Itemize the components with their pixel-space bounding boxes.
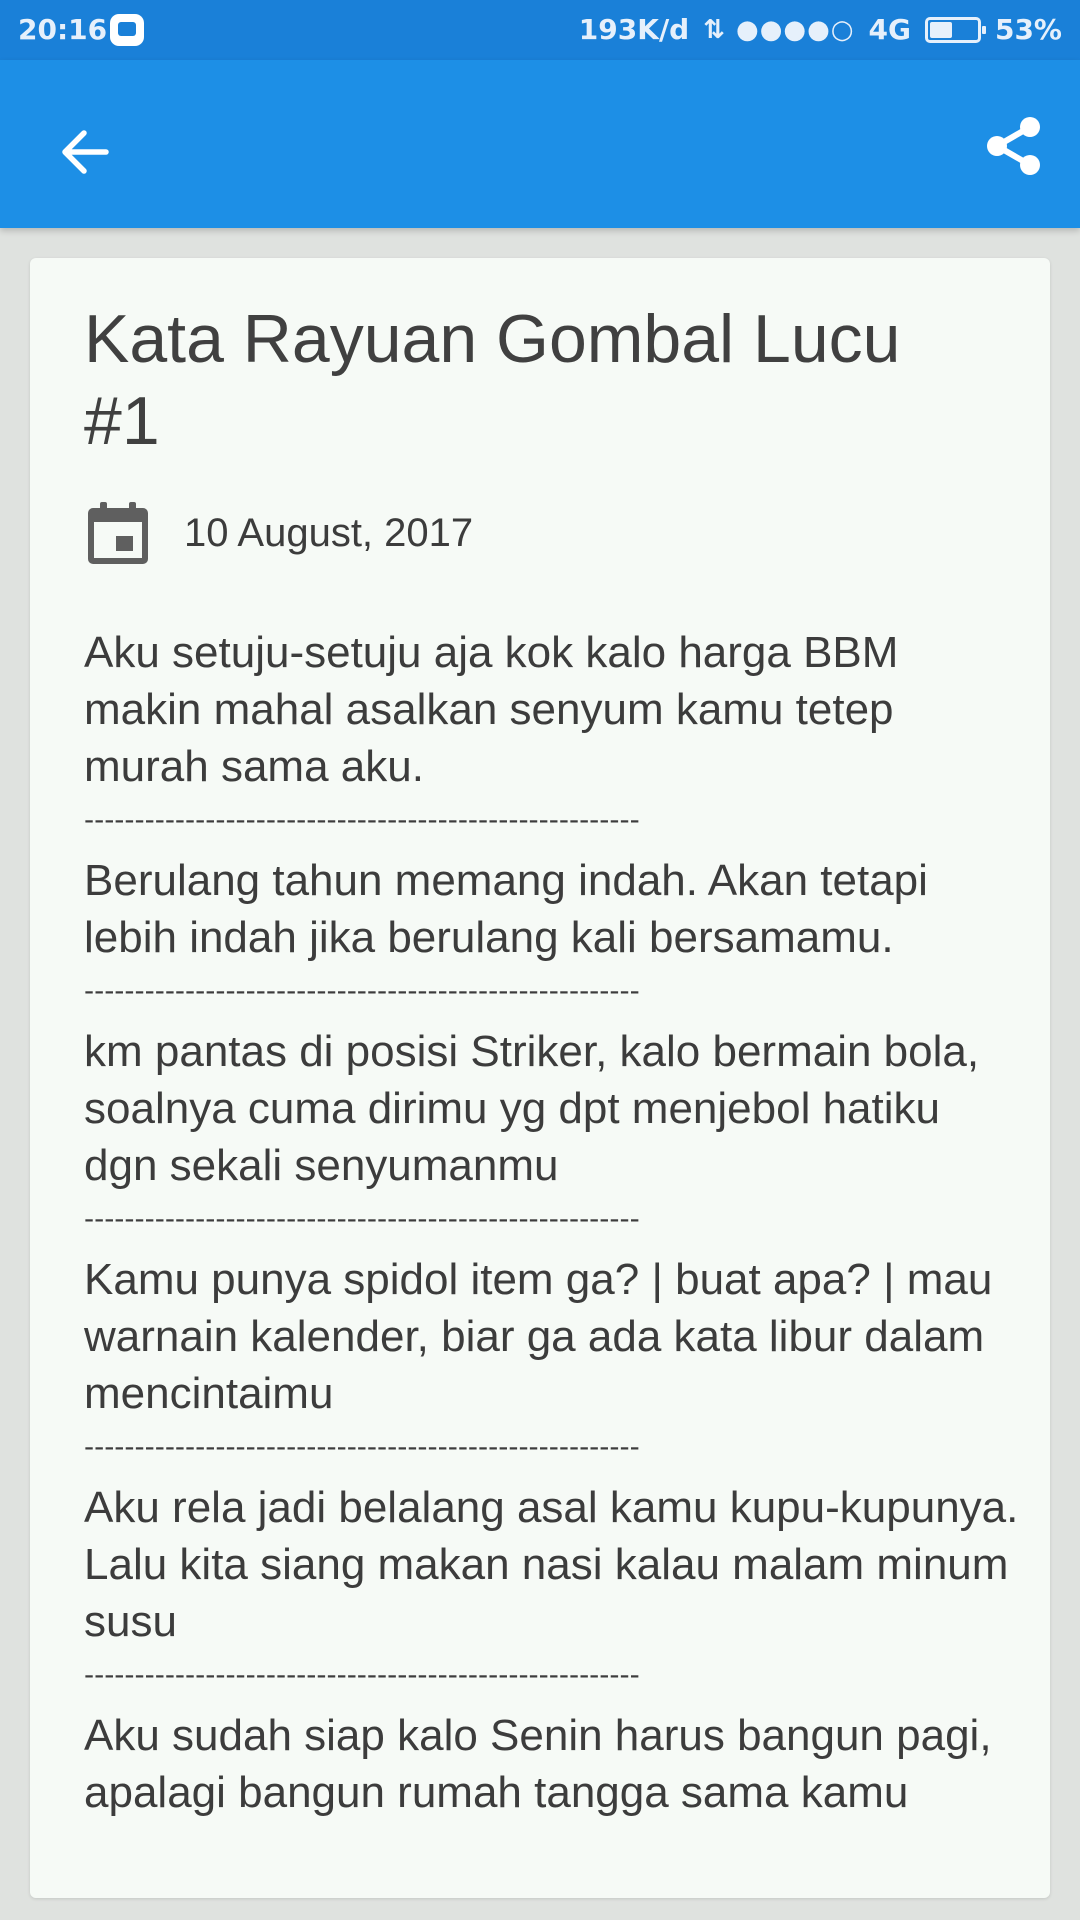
status-time: 20:16 [18,13,108,46]
network-speed: 193K/d [578,13,690,46]
calendar-icon [88,502,148,564]
paragraph-separator: ----------------------------------------… [84,803,640,836]
article-paragraph: Aku setuju-setuju aja kok kalo harga BBM… [84,628,899,791]
article-card: Kata Rayuan Gombal Lucu #1 10 August, 20… [30,258,1050,1898]
share-button[interactable] [974,106,1054,186]
article-paragraph: Berulang tahun memang indah. Akan tetapi… [84,856,928,962]
article-paragraph: Kamu punya spidol item ga? | buat apa? |… [84,1255,993,1418]
paragraph-separator: ----------------------------------------… [84,974,640,1007]
article-paragraph: Aku rela jadi belalang asal kamu kupu-ku… [84,1483,1019,1646]
network-type: 4G [868,13,911,46]
app-bar [0,60,1080,228]
article-date-row: 10 August, 2017 [88,502,473,564]
bbm-notification-icon [110,14,144,46]
article-paragraph: Aku sudah siap kalo Senin harus bangun p… [84,1711,992,1817]
paragraph-separator: ----------------------------------------… [84,1202,640,1235]
paragraph-separator: ----------------------------------------… [84,1430,640,1463]
article-date: 10 August, 2017 [184,510,474,555]
article-title: Kata Rayuan Gombal Lucu #1 [84,301,901,459]
back-button[interactable] [44,112,124,192]
status-indicators: 193K/d ⇅ ●●●●○ 4G 53% [579,13,1062,46]
battery-level [929,21,953,38]
article-body: Aku setuju-setuju aja kok kalo harga BBM… [84,624,1024,1821]
battery-icon [924,16,986,43]
battery-percent: 53% [994,13,1062,46]
paragraph-separator: ----------------------------------------… [84,1658,640,1691]
signal-strength-icon: ⇅ ●●●●○ [703,14,855,45]
article-paragraph: km pantas di posisi Striker, kalo bermai… [84,1027,980,1190]
arrow-back-icon [62,130,109,174]
status-bar: 20:16 193K/d ⇅ ●●●●○ 4G 53% [0,0,1080,60]
share-icon [987,117,1040,175]
